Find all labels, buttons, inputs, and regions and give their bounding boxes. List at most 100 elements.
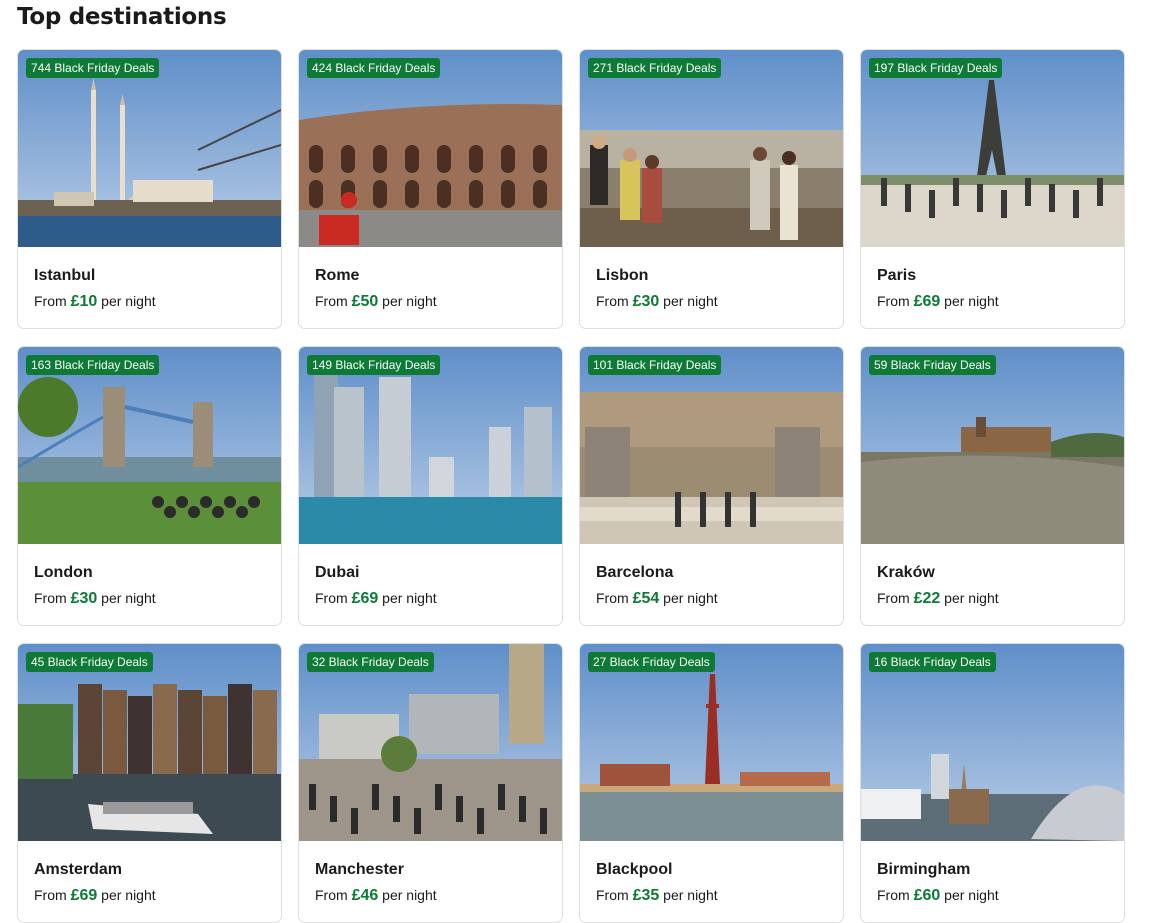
destination-card-istanbul[interactable]: 744 Black Friday Deals Istanbul From £10… [17, 49, 282, 329]
price-line: From £69 per night [34, 885, 265, 906]
destination-image[interactable]: 271 Black Friday Deals [580, 50, 843, 247]
card-body: London From £30 per night [18, 563, 281, 609]
deals-badge: 27 Black Friday Deals [588, 652, 715, 672]
destination-card-paris[interactable]: 197 Black Friday Deals Paris From £69 pe… [860, 49, 1125, 329]
price-amount: £50 [351, 293, 379, 310]
price-line: From £30 per night [34, 588, 265, 609]
city-name[interactable]: Manchester [315, 860, 546, 880]
destination-card-barcelona[interactable]: 101 Black Friday Deals Barcelona From £5… [579, 346, 844, 626]
city-name[interactable]: Blackpool [596, 860, 827, 880]
city-name[interactable]: Kraków [877, 563, 1108, 583]
city-name[interactable]: Barcelona [596, 563, 827, 583]
destination-image[interactable]: 744 Black Friday Deals [18, 50, 281, 247]
city-name[interactable]: Rome [315, 266, 546, 286]
destination-image[interactable]: 45 Black Friday Deals [18, 644, 281, 841]
deals-badge: 59 Black Friday Deals [869, 355, 996, 375]
price-line: From £60 per night [877, 885, 1108, 906]
card-body: Blackpool From £35 per night [580, 860, 843, 906]
mosque-bosphorus-photo [18, 50, 281, 247]
deals-badge: 163 Black Friday Deals [26, 355, 160, 375]
price-amount: £10 [70, 293, 98, 310]
deals-badge: 16 Black Friday Deals [869, 652, 996, 672]
skyline-photo [861, 644, 1124, 841]
deals-badge: 271 Black Friday Deals [588, 58, 722, 78]
price-amount: £35 [632, 887, 660, 904]
city-name[interactable]: Istanbul [34, 266, 265, 286]
destination-card-amsterdam[interactable]: 45 Black Friday Deals Amsterdam From £69… [17, 643, 282, 923]
destination-image[interactable]: 424 Black Friday Deals [299, 50, 562, 247]
card-body: Manchester From £46 per night [299, 860, 562, 906]
per-night-label: per night [944, 590, 999, 606]
from-label: From [877, 293, 910, 309]
destination-image[interactable]: 197 Black Friday Deals [861, 50, 1124, 247]
from-label: From [34, 293, 67, 309]
price-amount: £30 [632, 293, 660, 310]
per-night-label: per night [663, 887, 718, 903]
deals-badge: 744 Black Friday Deals [26, 58, 160, 78]
destination-card-birmingham[interactable]: 16 Black Friday Deals Birmingham From £6… [860, 643, 1125, 923]
destination-card-rome[interactable]: 424 Black Friday Deals Rome From £50 per… [298, 49, 563, 329]
viewpoint-photo [580, 50, 843, 247]
destination-card-blackpool[interactable]: 27 Black Friday Deals Blackpool From £35… [579, 643, 844, 923]
per-night-label: per night [101, 590, 156, 606]
city-name[interactable]: Amsterdam [34, 860, 265, 880]
from-label: From [315, 293, 348, 309]
price-line: From £35 per night [596, 885, 827, 906]
city-name[interactable]: Paris [877, 266, 1108, 286]
blackpool-tower-photo [580, 644, 843, 841]
city-name[interactable]: London [34, 563, 265, 583]
from-label: From [596, 590, 629, 606]
per-night-label: per night [101, 887, 156, 903]
page: Top destinations 744 Black Friday Deals … [0, 0, 1170, 923]
per-night-label: per night [944, 293, 999, 309]
tower-bridge-photo [18, 347, 281, 544]
from-label: From [34, 590, 67, 606]
destinations-grid: 744 Black Friday Deals Istanbul From £10… [17, 49, 1125, 923]
price-line: From £30 per night [596, 291, 827, 312]
canal-boat-photo [18, 644, 281, 841]
destination-image[interactable]: 59 Black Friday Deals [861, 347, 1124, 544]
city-square-photo [299, 644, 562, 841]
card-body: Lisbon From £30 per night [580, 266, 843, 312]
destination-image[interactable]: 149 Black Friday Deals [299, 347, 562, 544]
per-night-label: per night [663, 590, 718, 606]
price-line: From £69 per night [877, 291, 1108, 312]
card-body: Dubai From £69 per night [299, 563, 562, 609]
card-body: Birmingham From £60 per night [861, 860, 1124, 906]
card-body: Amsterdam From £69 per night [18, 860, 281, 906]
destination-card-london[interactable]: 163 Black Friday Deals London From £30 p… [17, 346, 282, 626]
card-body: Paris From £69 per night [861, 266, 1124, 312]
destination-card-dubai[interactable]: 149 Black Friday Deals Dubai From £69 pe… [298, 346, 563, 626]
city-name[interactable]: Birmingham [877, 860, 1108, 880]
from-label: From [315, 887, 348, 903]
deals-badge: 149 Black Friday Deals [307, 355, 441, 375]
price-amount: £69 [351, 590, 379, 607]
destination-card-krakw[interactable]: 59 Black Friday Deals Kraków From £22 pe… [860, 346, 1125, 626]
price-line: From £10 per night [34, 291, 265, 312]
colosseum-photo [299, 50, 562, 247]
card-body: Barcelona From £54 per night [580, 563, 843, 609]
destination-image[interactable]: 32 Black Friday Deals [299, 644, 562, 841]
deals-badge: 32 Black Friday Deals [307, 652, 434, 672]
destination-image[interactable]: 163 Black Friday Deals [18, 347, 281, 544]
per-night-label: per night [382, 293, 437, 309]
price-amount: £60 [913, 887, 941, 904]
destination-card-manchester[interactable]: 32 Black Friday Deals Manchester From £4… [298, 643, 563, 923]
city-name[interactable]: Dubai [315, 563, 546, 583]
price-line: From £50 per night [315, 291, 546, 312]
price-amount: £46 [351, 887, 379, 904]
section-title: Top destinations [17, 4, 227, 30]
destination-card-lisbon[interactable]: 271 Black Friday Deals Lisbon From £30 p… [579, 49, 844, 329]
price-amount: £30 [70, 590, 98, 607]
destination-image[interactable]: 27 Black Friday Deals [580, 644, 843, 841]
card-body: Kraków From £22 per night [861, 563, 1124, 609]
from-label: From [315, 590, 348, 606]
from-label: From [877, 887, 910, 903]
destination-image[interactable]: 16 Black Friday Deals [861, 644, 1124, 841]
city-name[interactable]: Lisbon [596, 266, 827, 286]
card-body: Rome From £50 per night [299, 266, 562, 312]
price-amount: £22 [913, 590, 941, 607]
eiffel-tower-photo [861, 50, 1124, 247]
deals-badge: 45 Black Friday Deals [26, 652, 153, 672]
destination-image[interactable]: 101 Black Friday Deals [580, 347, 843, 544]
